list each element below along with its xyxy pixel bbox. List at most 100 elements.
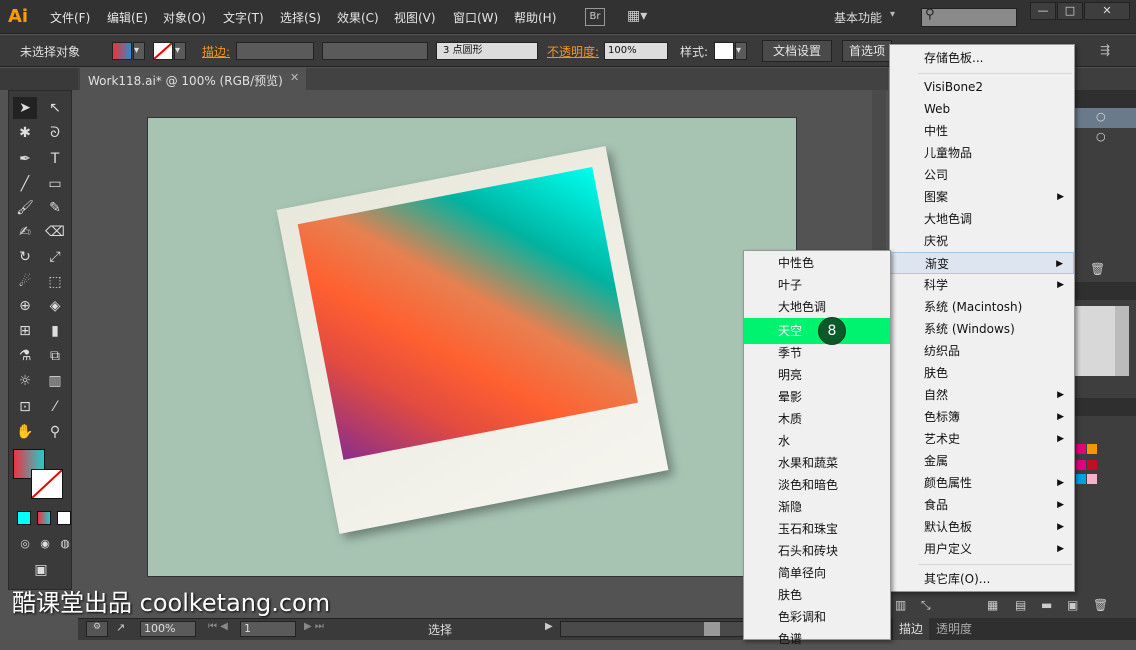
swatch-options-icon[interactable]: ▦ bbox=[987, 598, 998, 612]
submenu-item-spectrums[interactable]: 色谱 bbox=[744, 628, 890, 650]
menu-help[interactable]: 帮助(H) bbox=[514, 9, 556, 26]
menu-item-color-books[interactable]: 色标簿 ▶ bbox=[890, 406, 1074, 428]
menu-item-corporate[interactable]: 公司 bbox=[890, 164, 1074, 186]
hand-tool-icon[interactable]: ✋ bbox=[13, 421, 37, 443]
pen-tool-icon[interactable]: ✒ bbox=[13, 148, 37, 170]
submenu-item-sky[interactable]: 天空 bbox=[744, 318, 890, 344]
panel-list-area[interactable] bbox=[1075, 306, 1115, 376]
menu-item-art-history[interactable]: 艺术史 ▶ bbox=[890, 428, 1074, 450]
menu-item-gradients[interactable]: 渐变 ▶ bbox=[890, 252, 1074, 274]
style-swatch[interactable] bbox=[714, 42, 734, 60]
arrange-documents-icon[interactable]: ▦▾ bbox=[627, 8, 653, 26]
show-kinds-icon[interactable]: ⤡ bbox=[921, 598, 931, 613]
pencil-tool-icon[interactable]: ✎ bbox=[43, 197, 67, 219]
zoom-tool-icon[interactable]: ⚲ bbox=[43, 421, 67, 443]
minimize-button[interactable]: — bbox=[1030, 2, 1056, 20]
stroke-dropdown[interactable]: ▾ bbox=[174, 42, 186, 60]
stroke-label[interactable]: 描边: bbox=[202, 43, 230, 60]
panel-menu-icon[interactable]: ⇶ bbox=[1100, 43, 1110, 57]
brush-definition[interactable]: 3 点圆形 bbox=[436, 42, 538, 60]
stroke-weight-field[interactable] bbox=[236, 42, 314, 60]
paintbrush-tool-icon[interactable]: 🖌 bbox=[13, 197, 37, 219]
menu-file[interactable]: 文件(F) bbox=[50, 9, 90, 26]
gradient-tool-icon[interactable]: ▮ bbox=[43, 320, 67, 342]
none-mode-icon[interactable] bbox=[57, 511, 71, 525]
menu-item-kids[interactable]: 儿童物品 bbox=[890, 142, 1074, 164]
submenu-item-radial[interactable]: 简单径向 bbox=[744, 562, 890, 584]
status-menu-icon[interactable]: ▶ bbox=[545, 621, 553, 632]
panel-scrollbar[interactable] bbox=[1115, 306, 1129, 376]
gradient-mode-icon[interactable] bbox=[37, 511, 51, 525]
submenu-item-brights[interactable]: 明亮 bbox=[744, 364, 890, 386]
document-tab[interactable]: Work118.ai* @ 100% (RGB/预览) bbox=[80, 68, 306, 90]
menu-item-patterns[interactable]: 图案 ▶ bbox=[890, 186, 1074, 208]
shape-builder-tool-icon[interactable]: ⊕ bbox=[13, 295, 37, 317]
scale-tool-icon[interactable]: ⤢ bbox=[43, 246, 67, 268]
delete-swatch-icon[interactable]: 🗑 bbox=[1093, 598, 1108, 612]
tab-transparency[interactable]: 透明度 bbox=[936, 618, 972, 640]
submenu-item-jewels[interactable]: 玉石和珠宝 bbox=[744, 518, 890, 540]
menu-item-visibone2[interactable]: VisiBone2 bbox=[890, 76, 1074, 98]
next-artboard-icon[interactable]: ▶ ⏭ bbox=[304, 621, 324, 632]
submenu-item-tints[interactable]: 淡色和暗色 bbox=[744, 474, 890, 496]
menu-item-metal[interactable]: 金属 bbox=[890, 450, 1074, 472]
menu-item-system-mac[interactable]: 系统 (Macintosh) bbox=[890, 296, 1074, 318]
submenu-item-harmonies[interactable]: 色彩调和 bbox=[744, 606, 890, 628]
menu-view[interactable]: 视图(V) bbox=[394, 9, 436, 26]
maximize-button[interactable]: □ bbox=[1057, 2, 1083, 20]
preferences-button[interactable]: 首选项 bbox=[842, 40, 892, 62]
export-icon[interactable]: ↗ bbox=[116, 621, 125, 634]
opacity-label[interactable]: 不透明度: bbox=[547, 43, 599, 60]
free-transform-tool-icon[interactable]: ⬚ bbox=[43, 271, 67, 293]
chevron-down-icon[interactable]: ▾ bbox=[890, 9, 895, 20]
menu-item-skin[interactable]: 肤色 bbox=[890, 362, 1074, 384]
trash-icon[interactable]: 🗑 bbox=[1090, 262, 1105, 276]
menu-item-default-swatches[interactable]: 默认色板 ▶ bbox=[890, 516, 1074, 538]
submenu-item-skin[interactable]: 肤色 bbox=[744, 584, 890, 606]
swatch-library-icon[interactable]: ▥ bbox=[895, 598, 906, 612]
menu-item-color-properties[interactable]: 颜色属性 ▶ bbox=[890, 472, 1074, 494]
menu-item-science[interactable]: 科学 ▶ bbox=[890, 274, 1074, 296]
menu-item-nature[interactable]: 自然 ▶ bbox=[890, 384, 1074, 406]
submenu-item-fruits[interactable]: 水果和蔬菜 bbox=[744, 452, 890, 474]
menu-edit[interactable]: 编辑(E) bbox=[107, 9, 148, 26]
polaroid-frame[interactable] bbox=[276, 146, 669, 534]
selection-tool-icon[interactable]: ➤ bbox=[13, 97, 37, 119]
lasso-tool-icon[interactable]: ᘐ bbox=[43, 122, 67, 144]
workspace-switcher[interactable]: 基本功能 bbox=[834, 9, 882, 26]
submenu-item-fades[interactable]: 渐隐 bbox=[744, 496, 890, 518]
artboard-number-field[interactable]: 1 bbox=[240, 621, 296, 637]
menu-item-other-library[interactable]: 其它库(O)... bbox=[890, 568, 1074, 590]
swatch-orange[interactable] bbox=[1087, 444, 1097, 454]
rectangle-tool-icon[interactable]: ▭ bbox=[43, 173, 67, 195]
swatch-blue[interactable] bbox=[1076, 474, 1086, 484]
color-mode-icon[interactable] bbox=[17, 511, 31, 525]
gradient-photo[interactable] bbox=[297, 166, 638, 460]
screen-mode-icon[interactable]: ▣ bbox=[29, 559, 53, 581]
swatch-magenta[interactable] bbox=[1076, 444, 1086, 454]
opacity-field[interactable]: 100% bbox=[604, 42, 668, 60]
search-input[interactable] bbox=[921, 8, 1017, 27]
tab-stroke[interactable]: 描边 bbox=[893, 618, 929, 640]
column-graph-tool-icon[interactable]: ▥ bbox=[43, 370, 67, 392]
menu-effect[interactable]: 效果(C) bbox=[337, 9, 379, 26]
close-tab-icon[interactable]: ✕ bbox=[290, 71, 299, 84]
gpu-icon[interactable]: ⚙ bbox=[86, 621, 108, 637]
perspective-grid-tool-icon[interactable]: ◈ bbox=[43, 295, 67, 317]
line-tool-icon[interactable]: ╱ bbox=[13, 173, 37, 195]
submenu-item-seasons[interactable]: 季节 bbox=[744, 342, 890, 364]
layer-target-icon[interactable]: ○ bbox=[1096, 110, 1106, 123]
menu-item-celebration[interactable]: 庆祝 bbox=[890, 230, 1074, 252]
submenu-item-neutral[interactable]: 中性色 bbox=[744, 252, 890, 274]
swatch-red[interactable] bbox=[1087, 460, 1097, 470]
submenu-item-leaves[interactable]: 叶子 bbox=[744, 274, 890, 296]
artboard-tool-icon[interactable]: ⊡ bbox=[13, 396, 37, 418]
blob-brush-tool-icon[interactable]: ✍ bbox=[13, 221, 37, 243]
type-tool-icon[interactable]: T bbox=[43, 148, 67, 170]
menu-object[interactable]: 对象(O) bbox=[163, 9, 206, 26]
draw-inside-icon[interactable]: ◍ bbox=[53, 533, 77, 555]
menu-window[interactable]: 窗口(W) bbox=[453, 9, 498, 26]
stroke-swatch[interactable] bbox=[153, 42, 173, 60]
menu-item-save-swatches[interactable]: 存储色板... bbox=[890, 47, 1074, 69]
stroke-color-box[interactable] bbox=[31, 469, 63, 499]
